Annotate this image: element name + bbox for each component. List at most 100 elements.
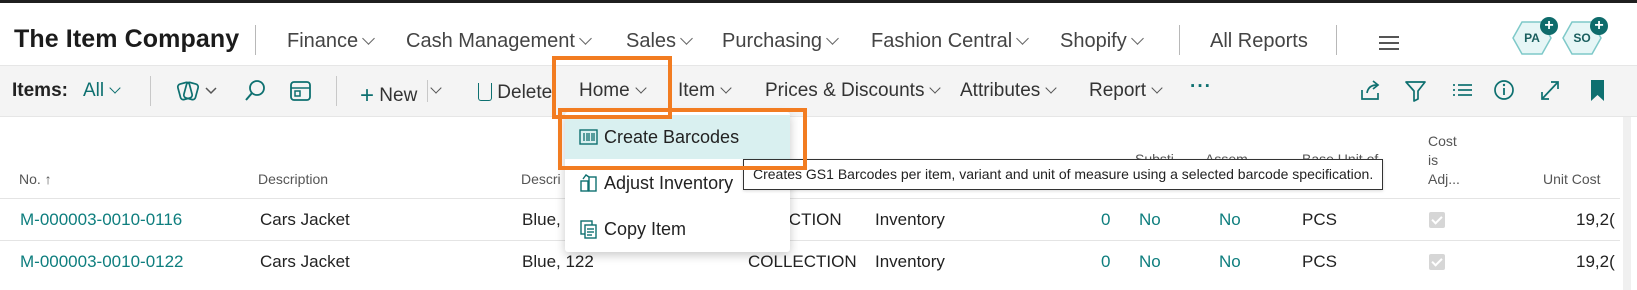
chevron-down-icon xyxy=(579,32,592,45)
create-barcodes-tooltip: Creates GS1 Barcodes per item, variant a… xyxy=(743,159,1384,190)
table-row[interactable]: M-000003-0010-0122 Cars Jacket Blue, 122… xyxy=(0,240,1620,282)
menu-report[interactable]: Report xyxy=(1089,80,1163,102)
filter-icon[interactable] xyxy=(1403,78,1429,104)
item-substitutes[interactable]: No xyxy=(1139,252,1161,272)
nav-cash-management-label: Cash Management xyxy=(406,30,575,52)
item-inventory-qty[interactable]: 0 xyxy=(1101,252,1110,272)
item-description: Cars Jacket xyxy=(260,252,350,271)
header-divider xyxy=(1336,25,1337,55)
nav-cash-management[interactable]: Cash Management xyxy=(406,30,592,53)
chevron-down-icon xyxy=(362,32,376,45)
chevron-down-icon xyxy=(1151,82,1163,94)
chevron-down-icon xyxy=(929,82,942,94)
menu-item[interactable]: Item xyxy=(678,80,732,102)
menu-item-create-barcodes[interactable]: Create Barcodes xyxy=(565,115,790,159)
trash-icon xyxy=(478,83,492,101)
item-assembly-bom[interactable]: No xyxy=(1219,252,1241,272)
toolbar-divider xyxy=(336,76,337,106)
app-header: The Item Company Finance Cash Management… xyxy=(0,3,1637,65)
nav-finance-label: Finance xyxy=(287,30,359,52)
nav-sales[interactable]: Sales xyxy=(626,30,693,53)
column-header-description[interactable]: Description xyxy=(258,171,328,187)
company-name[interactable]: The Item Company xyxy=(14,25,239,54)
chevron-down-icon xyxy=(826,32,839,45)
header-divider xyxy=(255,25,256,55)
nav-finance[interactable]: Finance xyxy=(287,30,376,53)
badge-so[interactable]: SO + xyxy=(1562,17,1608,55)
filter-pane-icon[interactable] xyxy=(288,78,314,104)
menu-item-create-barcodes-label: Create Barcodes xyxy=(604,127,740,147)
item-base-unit: PCS xyxy=(1302,210,1337,229)
view-filter-value: All xyxy=(83,80,105,101)
delete-button[interactable]: Delete xyxy=(478,80,552,104)
column-header-cost-adjusted-line1[interactable]: Cost xyxy=(1428,133,1457,149)
plus-icon[interactable]: + xyxy=(1540,17,1558,35)
menu-item-label: Item xyxy=(678,80,715,101)
cost-adjusted-checkbox xyxy=(1429,212,1445,228)
new-label: New xyxy=(379,85,418,106)
item-no-link[interactable]: M-000003-0010-0122 xyxy=(20,252,184,272)
item-description-2: Blue, 122 xyxy=(522,252,594,271)
new-button[interactable]: + New xyxy=(360,80,418,109)
item-description: Cars Jacket xyxy=(260,210,350,229)
item-type: Inventory xyxy=(875,252,945,271)
vertical-scrollbar[interactable] xyxy=(1623,117,1631,290)
barcode-icon xyxy=(579,127,599,147)
item-unit-cost: 19,2( xyxy=(1576,210,1615,229)
menu-home-label: Home xyxy=(579,80,630,101)
nav-fashion-central[interactable]: Fashion Central xyxy=(871,30,1030,53)
nav-shopify-label: Shopify xyxy=(1060,30,1127,52)
menu-attributes[interactable]: Attributes xyxy=(960,80,1057,102)
nav-fashion-central-label: Fashion Central xyxy=(871,30,1013,52)
item-assembly-bom[interactable]: No xyxy=(1219,210,1241,230)
item-category: COLLECTION xyxy=(748,252,857,271)
delete-label: Delete xyxy=(497,82,553,103)
menu-home[interactable]: Home xyxy=(579,80,647,102)
items-grid: No. ↑ Description Descri Substi Assem Ba… xyxy=(0,117,1637,290)
chevron-down-icon xyxy=(1016,32,1030,45)
column-header-no[interactable]: No. ↑ xyxy=(19,171,52,187)
plus-icon: + xyxy=(360,82,375,109)
chevron-down-icon xyxy=(720,82,732,94)
badge-pa[interactable]: PA + xyxy=(1512,17,1558,55)
share-icon[interactable] xyxy=(1358,78,1384,104)
chevron-down-icon xyxy=(430,82,442,94)
info-icon[interactable] xyxy=(1492,78,1518,104)
item-base-unit: PCS xyxy=(1302,252,1337,271)
menu-attributes-label: Attributes xyxy=(960,80,1041,101)
header-divider xyxy=(1179,25,1180,55)
column-header-description-2[interactable]: Descri xyxy=(521,171,561,187)
item-description-2: Blue, xyxy=(522,210,561,229)
menu-prices-discounts[interactable]: Prices & Discounts xyxy=(765,80,942,102)
chevron-down-icon xyxy=(1130,32,1144,45)
more-options-icon[interactable]: ··· xyxy=(1190,76,1212,98)
nav-sales-label: Sales xyxy=(626,30,677,52)
expand-icon[interactable] xyxy=(1538,78,1564,104)
view-filter-dropdown[interactable]: All xyxy=(83,80,121,102)
nav-purchasing-label: Purchasing xyxy=(722,30,823,52)
plus-icon[interactable]: + xyxy=(1590,17,1608,35)
search-icon[interactable] xyxy=(243,78,269,104)
menu-prices-discounts-label: Prices & Discounts xyxy=(765,80,925,101)
item-substitutes[interactable]: No xyxy=(1139,210,1161,230)
new-menu-dropdown[interactable] xyxy=(430,80,442,102)
items-label: Items: xyxy=(12,80,68,101)
list-view-icon[interactable] xyxy=(1450,78,1476,104)
item-type: Inventory xyxy=(875,210,945,229)
nav-all-reports[interactable]: All Reports xyxy=(1210,30,1308,53)
chevron-down-icon xyxy=(635,82,647,94)
item-no-link[interactable]: M-000003-0010-0116 xyxy=(20,210,182,230)
item-inventory-qty[interactable]: 0 xyxy=(1101,210,1110,230)
hamburger-icon[interactable] xyxy=(1379,36,1399,54)
column-header-cost-adjusted-line3: Adj... xyxy=(1428,171,1460,187)
nav-purchasing[interactable]: Purchasing xyxy=(722,30,839,53)
views-icon[interactable] xyxy=(176,78,217,104)
bookmark-icon[interactable] xyxy=(1585,78,1611,104)
table-row[interactable]: M-000003-0010-0116 Cars Jacket Blue, LEC… xyxy=(0,198,1620,240)
menu-item-copy-item[interactable]: Copy Item xyxy=(565,207,790,251)
cost-adjusted-checkbox xyxy=(1429,254,1445,270)
nav-shopify[interactable]: Shopify xyxy=(1060,30,1144,53)
column-header-unit-cost[interactable]: Unit Cost xyxy=(1543,171,1601,187)
chevron-down-icon xyxy=(109,82,121,94)
menu-report-label: Report xyxy=(1089,80,1147,101)
